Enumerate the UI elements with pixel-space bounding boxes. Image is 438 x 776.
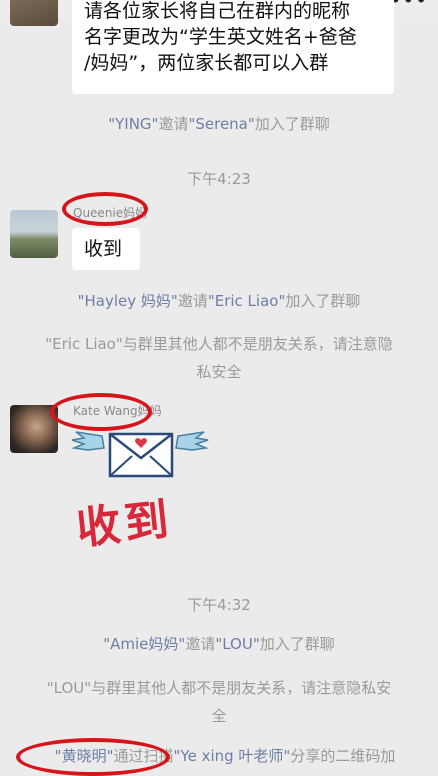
system-message: "Hayley 妈妈"邀请"Eric Liao"加入了群聊 [77,292,361,310]
message-line: 名字更改为“学生英文姓名+爸爸 [84,26,357,48]
name-link[interactable]: "Hayley 妈妈" [78,292,178,310]
privacy-warning: "LOU"与群里其他人都不是朋友关系，请注意隐私安 全 [46,679,392,725]
message-bubble[interactable]: 收到 [72,228,140,270]
name-link[interactable]: "YING" [108,115,158,133]
avatar[interactable] [10,0,58,26]
system-message: "Amie妈妈"邀请"LOU"加入了群聊 [103,635,335,653]
name-link[interactable]: "Ye xing 叶老师" [174,747,291,765]
more-options-icon[interactable]: ••• [390,0,428,12]
annotation-circle [50,393,152,431]
message-text: 收到 [84,238,123,260]
privacy-warning: "Eric Liao"与群里其他人都不是朋友关系，请注意隐 私安全 [45,335,393,381]
name-link[interactable]: "Eric Liao" [208,292,286,310]
message-bubble[interactable]: 请各位家长将自己在群内的昵称 名字更改为“学生英文姓名+爸爸 /妈妈”，两位家长… [72,0,394,94]
message-line: /妈妈”，两位家长都可以入群 [84,52,329,74]
message-line: 请各位家长将自己在群内的昵称 [84,0,351,22]
sticker[interactable]: 收到 [70,428,220,555]
name-link[interactable]: "LOU" [215,635,259,653]
annotation-circle [62,192,148,226]
avatar[interactable] [10,210,58,258]
timestamp: 下午4:23 [187,170,251,188]
name-link[interactable]: "Serena" [188,115,254,133]
timestamp: 下午4:32 [187,596,251,614]
sticker-text: 收到 [74,494,175,555]
annotation-circle [16,738,170,776]
name-link[interactable]: "Amie妈妈" [103,635,185,653]
system-message: "YING"邀请"Serena"加入了群聊 [108,115,330,133]
